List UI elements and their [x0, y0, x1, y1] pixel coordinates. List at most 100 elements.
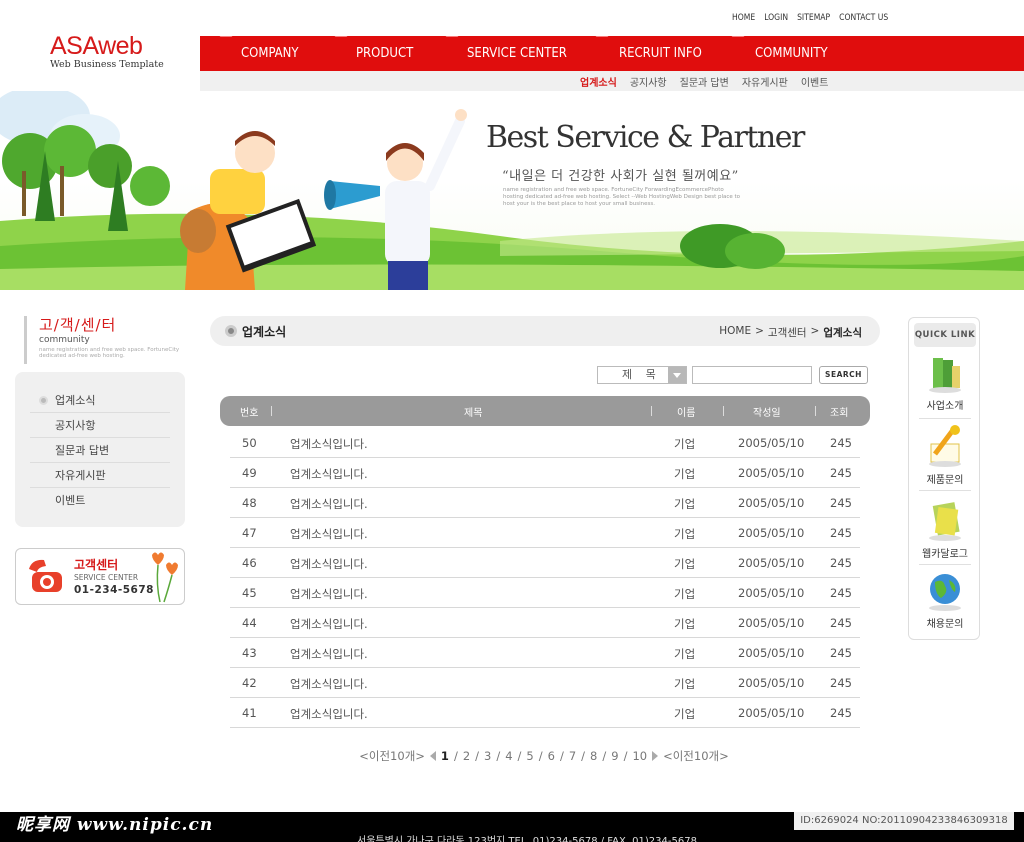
page: ASAweb Web Business Template HOME LOGIN …: [0, 0, 1024, 842]
pager-separator: /: [623, 749, 628, 763]
quick-link-web-catalog[interactable]: 웹카달로그: [909, 496, 981, 560]
table-row[interactable]: 44 업계소식입니다. 기업 2005/05/10 245: [230, 608, 860, 638]
search-input[interactable]: [692, 366, 812, 384]
cell-number: 41: [242, 706, 257, 720]
nav-recruit-info[interactable]: RECRUIT INFO: [619, 36, 702, 71]
section-title: 고/객/센/터 community name registration and …: [24, 316, 194, 364]
pager-page-3[interactable]: 3: [484, 749, 491, 763]
pager-page-6[interactable]: 6: [548, 749, 555, 763]
column-divider: [271, 406, 272, 416]
quick-divider: [919, 490, 971, 491]
nav-divider: [219, 36, 241, 45]
utility-login-link[interactable]: LOGIN: [764, 13, 788, 23]
side-menu-label: 이벤트: [55, 494, 86, 507]
quick-link-panel: QUICK LINK 사업소개 제품문의 웹카달로그 채용문의: [908, 317, 980, 640]
nav-divider: [334, 36, 356, 45]
pager-separator: /: [496, 749, 501, 763]
cell-name: 기업: [674, 647, 696, 661]
cell-title-link[interactable]: 업계소식입니다.: [290, 466, 368, 482]
cell-date: 2005/05/10: [738, 586, 805, 600]
utility-sitemap-link[interactable]: SITEMAP: [797, 13, 830, 23]
cell-title-link[interactable]: 업계소식입니다.: [290, 616, 368, 632]
cell-title-link[interactable]: 업계소식입니다.: [290, 646, 368, 662]
side-menu-news[interactable]: 업계소식: [30, 388, 170, 413]
quick-link-recruit-inquiry[interactable]: 채용문의: [909, 570, 981, 630]
cell-name: 기업: [674, 497, 696, 511]
nav-company[interactable]: COMPANY: [241, 36, 299, 71]
cell-title-link[interactable]: 업계소식입니다.: [290, 556, 368, 572]
cell-date: 2005/05/10: [738, 676, 805, 690]
table-row[interactable]: 50 업계소식입니다. 기업 2005/05/10 245: [230, 428, 860, 458]
pager-page-8[interactable]: 8: [590, 749, 597, 763]
cell-title-link[interactable]: 업계소식입니다.: [290, 676, 368, 692]
triangle-left-icon[interactable]: [429, 751, 436, 761]
table-header: 번호 제목 이름 작성일 조회: [220, 396, 870, 426]
breadcrumb-home[interactable]: HOME: [719, 325, 751, 340]
side-menu-event[interactable]: 이벤트: [30, 488, 170, 513]
table-row[interactable]: 41 업계소식입니다. 기업 2005/05/10 245: [230, 698, 860, 728]
nav-product[interactable]: PRODUCT: [356, 36, 413, 71]
pager-page-2[interactable]: 2: [463, 749, 470, 763]
pager-page-7[interactable]: 7: [569, 749, 576, 763]
breadcrumb-separator-icon: >: [755, 325, 764, 337]
pager-prev-10-link[interactable]: <이전10개>: [359, 748, 425, 764]
table-row[interactable]: 49 업계소식입니다. 기업 2005/05/10 245: [230, 458, 860, 488]
pager-separator: /: [538, 749, 543, 763]
search-field-select[interactable]: 제 목: [597, 366, 687, 384]
cell-number: 45: [242, 586, 257, 600]
search-button[interactable]: SEARCH: [819, 366, 868, 384]
quick-link-product-inquiry[interactable]: 제품문의: [909, 422, 981, 486]
cell-title-link[interactable]: 업계소식입니다.: [290, 526, 368, 542]
cell-name: 기업: [674, 707, 696, 721]
utility-home-link[interactable]: HOME: [732, 13, 755, 23]
subnav-free-board[interactable]: 자유게시판: [742, 74, 788, 89]
breadcrumb-customer-center[interactable]: 고객센터: [768, 325, 807, 340]
logo[interactable]: ASAweb Web Business Template: [50, 32, 164, 70]
cell-date: 2005/05/10: [738, 496, 805, 510]
table-row[interactable]: 47 업계소식입니다. 기업 2005/05/10 245: [230, 518, 860, 548]
main-nav: COMPANY PRODUCT SERVICE CENTER RECRUIT I…: [200, 36, 1024, 71]
utility-contact-link[interactable]: CONTACT US: [839, 13, 888, 23]
cell-title-link[interactable]: 업계소식입니다.: [290, 436, 368, 452]
cell-views: 245: [830, 466, 852, 480]
table-row[interactable]: 43 업계소식입니다. 기업 2005/05/10 245: [230, 638, 860, 668]
nav-community[interactable]: COMMUNITY: [755, 36, 828, 71]
table-row[interactable]: 48 업계소식입니다. 기업 2005/05/10 245: [230, 488, 860, 518]
customer-center-box[interactable]: 고객센터 SERVICE CENTER 01-234-5678: [15, 548, 185, 605]
subnav-qna[interactable]: 질문과 답변: [680, 74, 729, 89]
globe-icon: [929, 574, 961, 611]
table-row[interactable]: 45 업계소식입니다. 기업 2005/05/10 245: [230, 578, 860, 608]
chevron-down-icon[interactable]: [668, 367, 686, 383]
side-menu-free-board[interactable]: 자유게시판: [30, 463, 170, 488]
subnav-news[interactable]: 업계소식: [580, 74, 617, 89]
side-menu-label: 업계소식: [55, 394, 96, 407]
pager-page-9[interactable]: 9: [611, 749, 618, 763]
cell-title-link[interactable]: 업계소식입니다.: [290, 586, 368, 602]
customer-center-phone: 01-234-5678: [74, 584, 154, 596]
pager-separator: /: [517, 749, 522, 763]
nav-service-center[interactable]: SERVICE CENTER: [467, 36, 567, 71]
cell-title-link[interactable]: 업계소식입니다.: [290, 496, 368, 512]
cell-views: 245: [830, 556, 852, 570]
triangle-right-icon[interactable]: [652, 751, 659, 761]
table-row[interactable]: 46 업계소식입니다. 기업 2005/05/10 245: [230, 548, 860, 578]
pager-page-10[interactable]: 10: [632, 749, 647, 763]
subnav-event[interactable]: 이벤트: [801, 74, 829, 89]
books-icon: [929, 358, 961, 393]
quick-link-title: QUICK LINK: [914, 323, 976, 347]
pager-page-5[interactable]: 5: [526, 749, 533, 763]
side-menu-notice[interactable]: 공지사항: [30, 413, 170, 438]
sub-nav: 업계소식 공지사항 질문과 답변 자유게시판 이벤트: [200, 71, 1024, 91]
column-header-number: 번호: [240, 408, 259, 419]
cell-title-link[interactable]: 업계소식입니다.: [290, 706, 368, 722]
column-divider: [723, 406, 724, 416]
quick-link-business[interactable]: 사업소개: [909, 352, 981, 412]
side-menu-qna[interactable]: 질문과 답변: [30, 438, 170, 463]
table-row[interactable]: 42 업계소식입니다. 기업 2005/05/10 245: [230, 668, 860, 698]
pager-next-10-link[interactable]: <이전10개>: [663, 748, 729, 764]
subnav-notice[interactable]: 공지사항: [630, 74, 667, 89]
column-header-views: 조회: [830, 408, 849, 419]
pager-page-4[interactable]: 4: [505, 749, 512, 763]
cell-views: 245: [830, 586, 852, 600]
pager-page-1[interactable]: 1: [441, 749, 449, 763]
